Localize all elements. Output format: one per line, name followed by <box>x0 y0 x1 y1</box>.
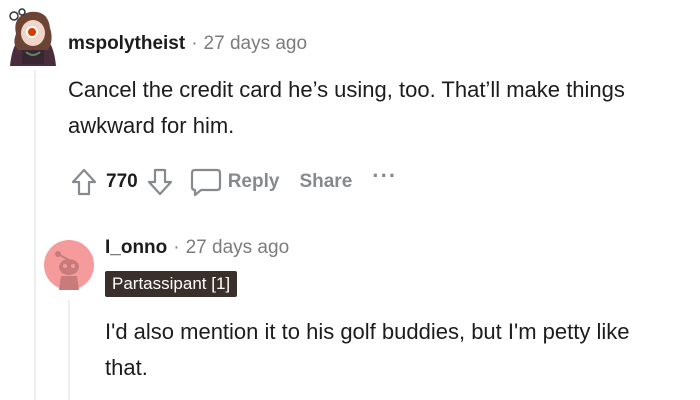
reply-icon-wrap <box>184 162 228 202</box>
avatar[interactable] <box>2 6 64 70</box>
cartoon-avatar-icon <box>4 8 62 67</box>
comment-actions-bar: 770 Reply Share ··· <box>64 162 397 202</box>
timestamp-link[interactable]: 27 days ago <box>186 237 290 259</box>
username-link[interactable]: mspolytheist <box>68 33 185 55</box>
snoo-avatar-icon <box>44 240 94 290</box>
share-label: Share <box>299 171 353 192</box>
more-options-button[interactable]: ··· <box>372 163 397 189</box>
reply-button[interactable]: Reply <box>184 162 280 202</box>
thread-line[interactable] <box>34 70 36 400</box>
comment-body: Cancel the credit card he’s using, too. … <box>68 77 625 138</box>
vote-count: 770 <box>106 171 138 192</box>
reply-thread-line[interactable] <box>68 300 70 400</box>
avatar[interactable] <box>44 240 94 290</box>
downvote-button[interactable] <box>140 162 180 202</box>
timestamp-link[interactable]: 27 days ago <box>204 33 308 55</box>
comment-meta: mspolytheist · 27 days ago <box>68 33 307 55</box>
comment-body: I'd also mention it to his golf buddies,… <box>105 319 630 380</box>
separator-dot: · <box>191 33 198 54</box>
comment-meta: I_onno · 27 days ago <box>105 237 289 259</box>
downvote-arrow-icon <box>147 168 172 196</box>
share-button[interactable]: Share <box>299 171 352 193</box>
upvote-arrow-icon <box>71 168 97 196</box>
speech-bubble-icon <box>190 168 221 197</box>
user-flair-badge: Partassipant [1] <box>105 271 238 297</box>
reply-label: Reply <box>227 171 280 192</box>
separator-dot: · <box>173 237 180 258</box>
username-link[interactable]: I_onno <box>105 237 167 259</box>
comment-thread: mspolytheist · 27 days ago Cancel the cr… <box>0 0 700 400</box>
upvote-button[interactable] <box>64 162 104 202</box>
